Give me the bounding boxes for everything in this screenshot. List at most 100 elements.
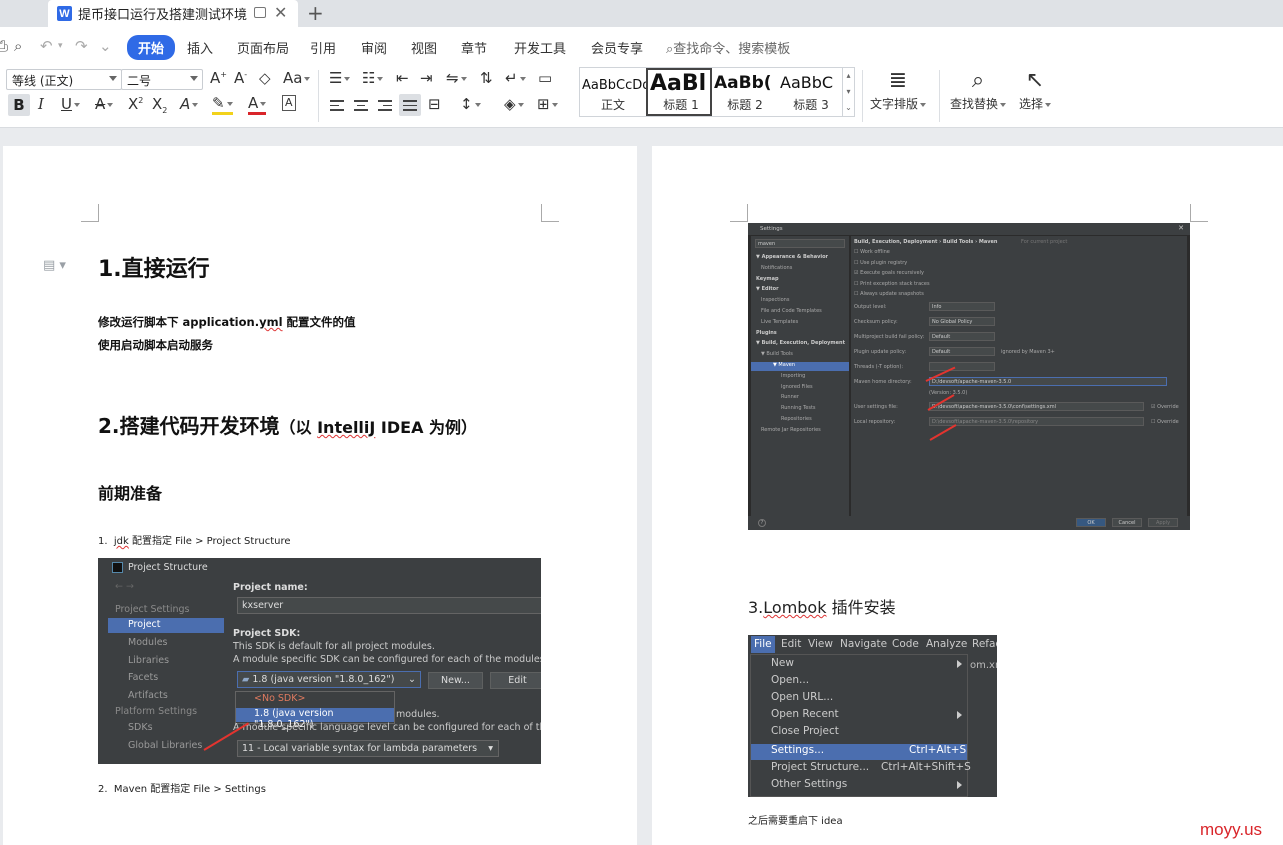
shading-icon[interactable]: ◈ [504, 95, 524, 113]
align-left-icon[interactable] [330, 100, 344, 114]
menu-developer[interactable]: 开发工具 [514, 38, 566, 57]
threads-input[interactable] [929, 362, 995, 371]
plugin-update-select[interactable]: Default [929, 347, 995, 356]
menu-page-layout[interactable]: 页面布局 [237, 38, 289, 57]
underline-button[interactable]: U [61, 95, 80, 113]
gallery-scroll[interactable]: ▴ ▾ ⌄ [842, 68, 854, 116]
ps-nav-libraries[interactable]: Libraries [128, 655, 169, 666]
maven-home-input[interactable]: D:/devsoft/apache-maven-3.5.0 [929, 377, 1167, 386]
select-button[interactable]: ↖ 选择 [1014, 67, 1056, 112]
settings-checkbox[interactable]: ☐ Always update snapshots [854, 291, 924, 297]
file-menu-item[interactable]: Open Recent [771, 708, 839, 720]
table-icon[interactable]: ▭ [538, 69, 552, 87]
menu-view[interactable]: 视图 [411, 38, 437, 57]
ps-nav-global-libraries[interactable]: Global Libraries [128, 740, 202, 751]
style-heading1[interactable]: AaBl 标题 1 [646, 68, 712, 116]
font-size-select[interactable]: 二号 [121, 69, 203, 90]
bold-button[interactable]: B [8, 94, 30, 116]
show-marks-icon[interactable]: ↵ [505, 69, 526, 87]
redo-icon[interactable]: ↷ [75, 37, 88, 55]
strikethrough-button[interactable]: A [95, 95, 114, 113]
paragraph-handle-icon[interactable]: ▤ ▾ [43, 258, 66, 273]
ide-menu-analyze[interactable]: Analyze [926, 638, 967, 650]
override-user-settings[interactable]: ☑ Override [1151, 404, 1179, 410]
subscript-button[interactable]: X2 [152, 95, 167, 115]
checksum-select[interactable]: No Global Policy [929, 317, 995, 326]
settings-search-input[interactable]: maven [755, 239, 845, 248]
ps-dd-no-sdk[interactable]: <No SDK> [236, 693, 394, 707]
settings-tree-item[interactable]: Runner [781, 394, 799, 400]
style-heading3[interactable]: AaBbC 标题 3 [778, 68, 844, 116]
menu-review[interactable]: 审阅 [361, 38, 387, 57]
phonetic-icon[interactable]: Aa [283, 69, 311, 87]
local-repo-input[interactable]: D:\devsoft\apache-maven-3.5.0\repository [929, 417, 1144, 426]
menu-section[interactable]: 章节 [461, 38, 487, 57]
ps-nav-modules[interactable]: Modules [128, 637, 168, 648]
settings-tree-item[interactable]: Importing [781, 373, 805, 379]
document-page-right[interactable]: Settings ✕ maven ▼ Appearance & Behavior N… [652, 146, 1283, 845]
window-icon[interactable] [254, 7, 266, 18]
superscript-button[interactable]: X2 [128, 95, 143, 113]
justify-button[interactable] [399, 94, 421, 116]
decrease-font-icon[interactable]: A- [234, 69, 247, 87]
highlight-button[interactable]: ✎ [212, 95, 233, 115]
settings-tree-item[interactable]: Keymap [756, 276, 779, 282]
settings-tree-item[interactable]: Plugins [756, 330, 777, 336]
format-painter-icon[interactable]: ⎙ [0, 37, 8, 55]
char-border-button[interactable]: A [282, 95, 296, 111]
style-normal[interactable]: AaBbCcDd 正文 [580, 68, 646, 116]
increase-font-icon[interactable]: A+ [210, 69, 227, 87]
output-level-select[interactable]: Info [929, 302, 995, 311]
ps-lang-level-select[interactable]: 11 - Local variable syntax for lambda pa… [237, 740, 499, 757]
settings-checkbox[interactable]: ☐ Print exception stack traces [854, 281, 930, 287]
sort-icon[interactable]: ⇅ [480, 69, 493, 87]
ide-menu-view[interactable]: View [808, 638, 833, 650]
decrease-indent-icon[interactable]: ⇤ [396, 69, 409, 87]
settings-checkbox[interactable]: ☐ Work offline [854, 249, 890, 255]
ps-name-input[interactable]: kxserver [237, 597, 541, 614]
settings-tree-item[interactable]: Remote Jar Repositories [761, 427, 821, 433]
ps-nav-facets[interactable]: Facets [128, 672, 158, 683]
settings-tree-item[interactable]: ▼ Build, Execution, Deployment [756, 340, 845, 346]
file-menu-item[interactable]: Open URL... [771, 691, 833, 703]
command-search[interactable]: ⌕查找命令、搜索模板 [666, 38, 790, 57]
italic-button[interactable]: I [38, 95, 44, 113]
align-center-icon[interactable] [354, 100, 368, 114]
file-menu-item[interactable]: New [771, 657, 794, 669]
override-local-repo[interactable]: ☐ Override [1151, 419, 1179, 425]
settings-checkbox[interactable]: ☑ Execute goals recursively [854, 270, 924, 276]
undo-dropdown-icon[interactable]: ▾ [58, 41, 63, 51]
file-menu-item[interactable]: Other Settings [771, 778, 847, 790]
borders-icon[interactable]: ⊞ [537, 95, 558, 113]
help-icon[interactable]: ? [758, 519, 766, 527]
settings-tree-item[interactable]: Running Tests [781, 405, 816, 411]
ide-menu-file[interactable]: File [751, 636, 775, 653]
numbering-icon[interactable]: ☷ [362, 69, 384, 87]
menu-home[interactable]: 开始 [127, 35, 176, 60]
settings-cancel-button[interactable]: Cancel [1112, 518, 1142, 527]
ide-menu-navigate[interactable]: Navigate [840, 638, 887, 650]
close-tab-icon[interactable]: ✕ [274, 3, 287, 22]
document-page-left[interactable]: ▤ ▾ 1.直接运行 修改运行脚本下 application.yml 配置文件的… [3, 146, 637, 845]
file-menu-item[interactable]: Open... [771, 674, 809, 686]
document-tab[interactable]: W 提币接口运行及搭建测试环境 ✕ [48, 0, 298, 27]
align-right-icon[interactable] [378, 100, 392, 114]
file-menu-item[interactable]: Project Structure... [771, 761, 869, 773]
settings-tree-item[interactable]: ▼ Maven [751, 362, 849, 371]
settings-tree-item[interactable]: ▼ Appearance & Behavior [756, 254, 828, 260]
font-color-button[interactable]: A [248, 95, 267, 115]
file-menu-item[interactable]: Close Project [771, 725, 839, 737]
bullets-icon[interactable]: ☰ [329, 69, 351, 87]
settings-tree-item[interactable]: File and Code Templates [761, 308, 822, 314]
multiproj-select[interactable]: Default [929, 332, 995, 341]
settings-tree-item[interactable]: ▼ Build Tools [761, 351, 793, 357]
undo-icon[interactable]: ↶ [40, 37, 53, 55]
settings-tree-item[interactable]: Notifications [761, 265, 792, 271]
settings-apply-button[interactable]: Apply [1148, 518, 1178, 527]
ps-nav-artifacts[interactable]: Artifacts [128, 690, 168, 701]
settings-tree-item[interactable]: Ignored Files [781, 384, 813, 390]
settings-tree-item[interactable]: ▼ Editor [756, 286, 779, 292]
font-name-select[interactable]: 等线 (正文) [6, 69, 122, 90]
settings-checkbox[interactable]: ☐ Use plugin registry [854, 260, 907, 266]
ide-menu-code[interactable]: Code [892, 638, 919, 650]
